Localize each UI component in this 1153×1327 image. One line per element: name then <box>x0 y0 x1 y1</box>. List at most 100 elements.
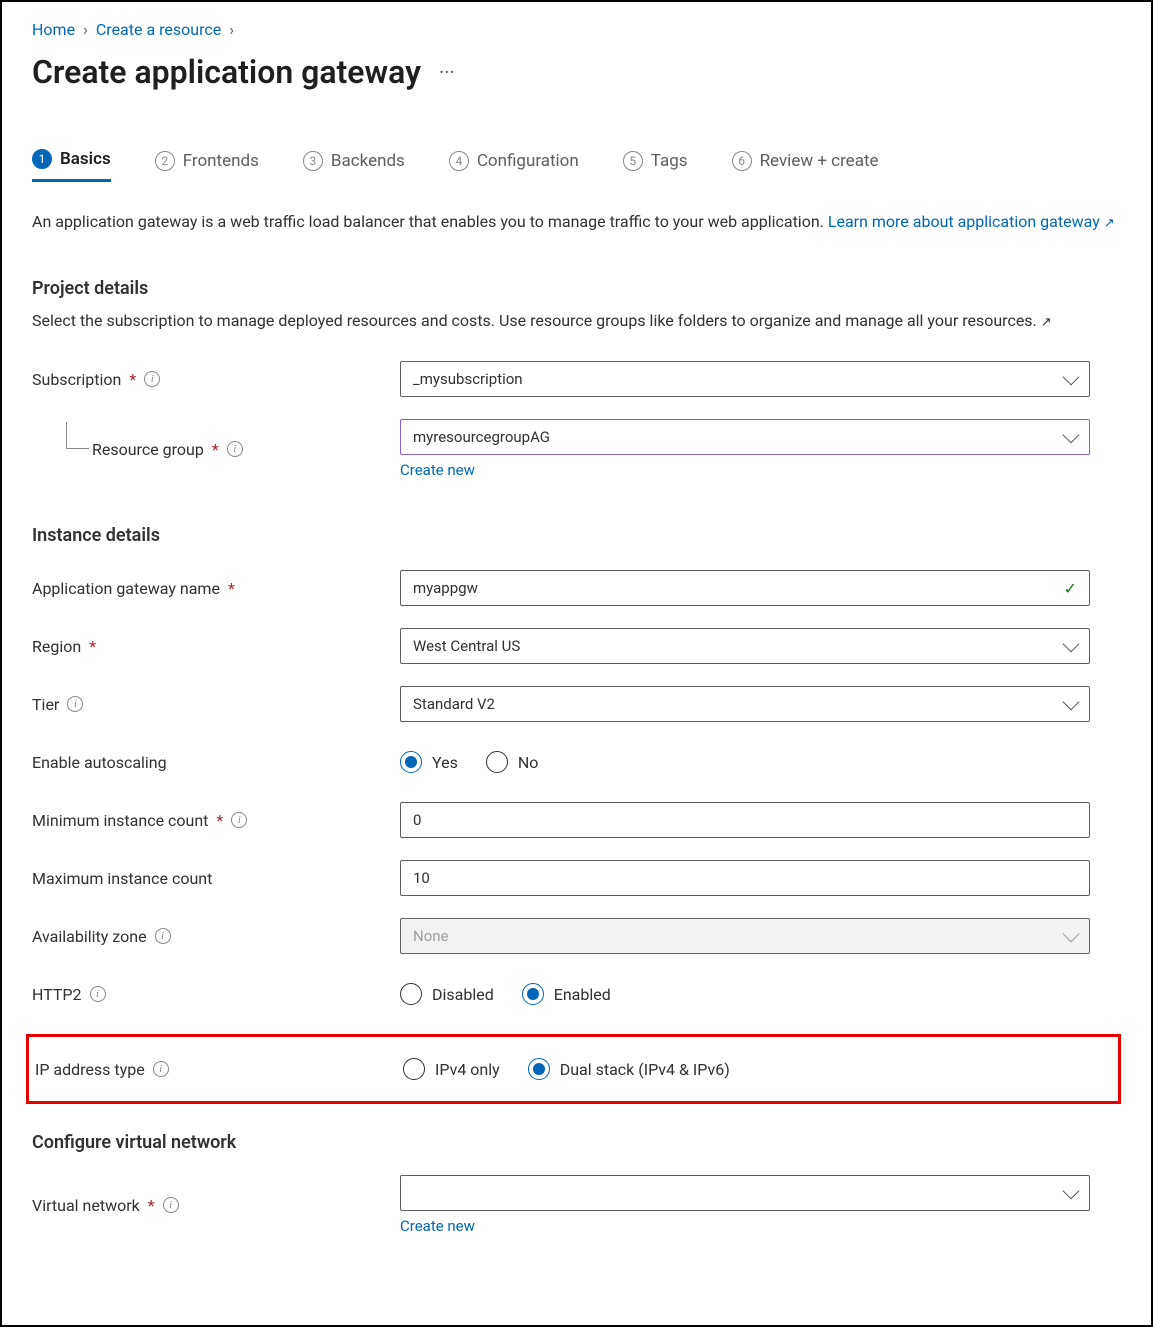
region-label: Region * <box>32 637 400 656</box>
min-instance-input[interactable]: 0 <box>400 802 1090 838</box>
tab-label: Frontends <box>183 151 259 171</box>
intro-text: An application gateway is a web traffic … <box>32 210 1121 234</box>
subscription-select[interactable]: _mysubscription <box>400 361 1090 397</box>
availability-zone-value: None <box>413 927 449 945</box>
tab-tags[interactable]: 5 Tags <box>623 149 688 182</box>
tab-step-number: 5 <box>623 151 643 171</box>
tab-step-number: 6 <box>732 151 752 171</box>
http2-disabled-radio[interactable]: Disabled <box>400 983 494 1005</box>
chevron-down-icon <box>1063 369 1080 386</box>
tab-review-create[interactable]: 6 Review + create <box>732 149 879 182</box>
required-indicator: * <box>212 440 219 459</box>
required-indicator: * <box>89 637 96 656</box>
virtual-network-select[interactable] <box>400 1175 1090 1211</box>
info-icon[interactable]: i <box>163 1197 179 1213</box>
required-indicator: * <box>129 370 136 389</box>
radio-label: Yes <box>432 753 458 772</box>
tab-label: Backends <box>331 151 405 171</box>
max-instance-input[interactable]: 10 <box>400 860 1090 896</box>
max-instance-label: Maximum instance count <box>32 869 400 888</box>
ipv4-only-radio[interactable]: IPv4 only <box>403 1058 500 1080</box>
radio-icon <box>522 983 544 1005</box>
radio-icon <box>486 751 508 773</box>
ip-address-type-highlight: IP address type i IPv4 only Dual stack (… <box>26 1034 1121 1104</box>
virtual-network-label: Virtual network * i <box>32 1196 400 1215</box>
breadcrumb: Home › Create a resource › <box>32 20 1121 39</box>
radio-icon <box>400 983 422 1005</box>
chevron-down-icon <box>1063 694 1080 711</box>
info-icon[interactable]: i <box>231 812 247 828</box>
learn-more-link[interactable]: Learn more about application gateway ↗ <box>828 212 1115 231</box>
tab-basics[interactable]: 1 Basics <box>32 149 111 182</box>
ip-address-type-radio-group: IPv4 only Dual stack (IPv4 & IPv6) <box>403 1058 1093 1080</box>
info-icon[interactable]: i <box>67 696 83 712</box>
info-icon[interactable]: i <box>155 928 171 944</box>
gateway-name-value: myappgw <box>413 579 478 597</box>
info-icon[interactable]: i <box>153 1061 169 1077</box>
section-project-details-heading: Project details <box>32 278 1121 299</box>
intro-description: An application gateway is a web traffic … <box>32 212 828 231</box>
required-indicator: * <box>216 811 223 830</box>
tab-label: Configuration <box>477 151 579 171</box>
radio-label: Enabled <box>554 985 611 1004</box>
info-icon[interactable]: i <box>227 441 243 457</box>
radio-icon <box>403 1058 425 1080</box>
tab-step-number: 1 <box>32 149 52 169</box>
resource-group-select[interactable]: myresourcegroupAG <box>400 419 1090 455</box>
chevron-down-icon <box>1063 636 1080 653</box>
radio-label: Dual stack (IPv4 & IPv6) <box>560 1060 730 1079</box>
tier-label: Tier i <box>32 695 400 714</box>
breadcrumb-create-resource[interactable]: Create a resource <box>96 20 221 39</box>
availability-zone-select[interactable]: None <box>400 918 1090 954</box>
tab-step-number: 3 <box>303 151 323 171</box>
tier-select[interactable]: Standard V2 <box>400 686 1090 722</box>
subscription-value: _mysubscription <box>413 370 523 388</box>
breadcrumb-home[interactable]: Home <box>32 20 75 39</box>
tab-configuration[interactable]: 4 Configuration <box>449 149 579 182</box>
create-new-vnet-link[interactable]: Create new <box>400 1217 1090 1235</box>
gateway-name-input[interactable]: myappgw ✓ <box>400 570 1090 606</box>
info-icon[interactable]: i <box>144 371 160 387</box>
http2-radio-group: Disabled Enabled <box>400 983 1090 1005</box>
availability-zone-label: Availability zone i <box>32 927 400 946</box>
radio-icon <box>400 751 422 773</box>
chevron-down-icon <box>1063 427 1080 444</box>
external-link-icon: ↗ <box>1041 315 1052 330</box>
http2-label: HTTP2 i <box>32 985 400 1004</box>
radio-icon <box>528 1058 550 1080</box>
section-instance-details-heading: Instance details <box>32 525 1121 546</box>
min-instance-label: Minimum instance count * i <box>32 811 400 830</box>
http2-enabled-radio[interactable]: Enabled <box>522 983 611 1005</box>
region-select[interactable]: West Central US <box>400 628 1090 664</box>
max-instance-value: 10 <box>413 869 430 887</box>
resource-group-label: Resource group * i <box>32 440 400 459</box>
tab-label: Tags <box>651 151 688 171</box>
create-new-resource-group-link[interactable]: Create new <box>400 461 1090 479</box>
radio-label: IPv4 only <box>435 1060 500 1079</box>
dual-stack-radio[interactable]: Dual stack (IPv4 & IPv6) <box>528 1058 730 1080</box>
required-indicator: * <box>148 1196 155 1215</box>
tab-label: Basics <box>60 149 111 169</box>
info-icon[interactable]: i <box>90 986 106 1002</box>
chevron-right-icon: › <box>229 20 234 39</box>
tier-value: Standard V2 <box>413 695 495 713</box>
chevron-right-icon: › <box>83 20 88 39</box>
tab-label: Review + create <box>760 151 879 171</box>
autoscaling-yes-radio[interactable]: Yes <box>400 751 458 773</box>
chevron-down-icon <box>1063 926 1080 943</box>
autoscaling-label: Enable autoscaling <box>32 753 400 772</box>
tab-step-number: 2 <box>155 151 175 171</box>
min-instance-value: 0 <box>413 811 421 829</box>
more-options-icon[interactable]: ··· <box>439 60 455 84</box>
tab-frontends[interactable]: 2 Frontends <box>155 149 259 182</box>
radio-label: No <box>518 753 539 772</box>
page-title: Create application gateway <box>32 53 421 91</box>
autoscaling-no-radio[interactable]: No <box>486 751 539 773</box>
wizard-tabs: 1 Basics 2 Frontends 3 Backends 4 Config… <box>32 149 1121 182</box>
section-virtual-network-heading: Configure virtual network <box>32 1132 1121 1153</box>
autoscaling-radio-group: Yes No <box>400 751 1090 773</box>
required-indicator: * <box>228 579 235 598</box>
external-link-icon: ↗ <box>1104 216 1115 231</box>
chevron-down-icon <box>1063 1183 1080 1200</box>
tab-backends[interactable]: 3 Backends <box>303 149 405 182</box>
